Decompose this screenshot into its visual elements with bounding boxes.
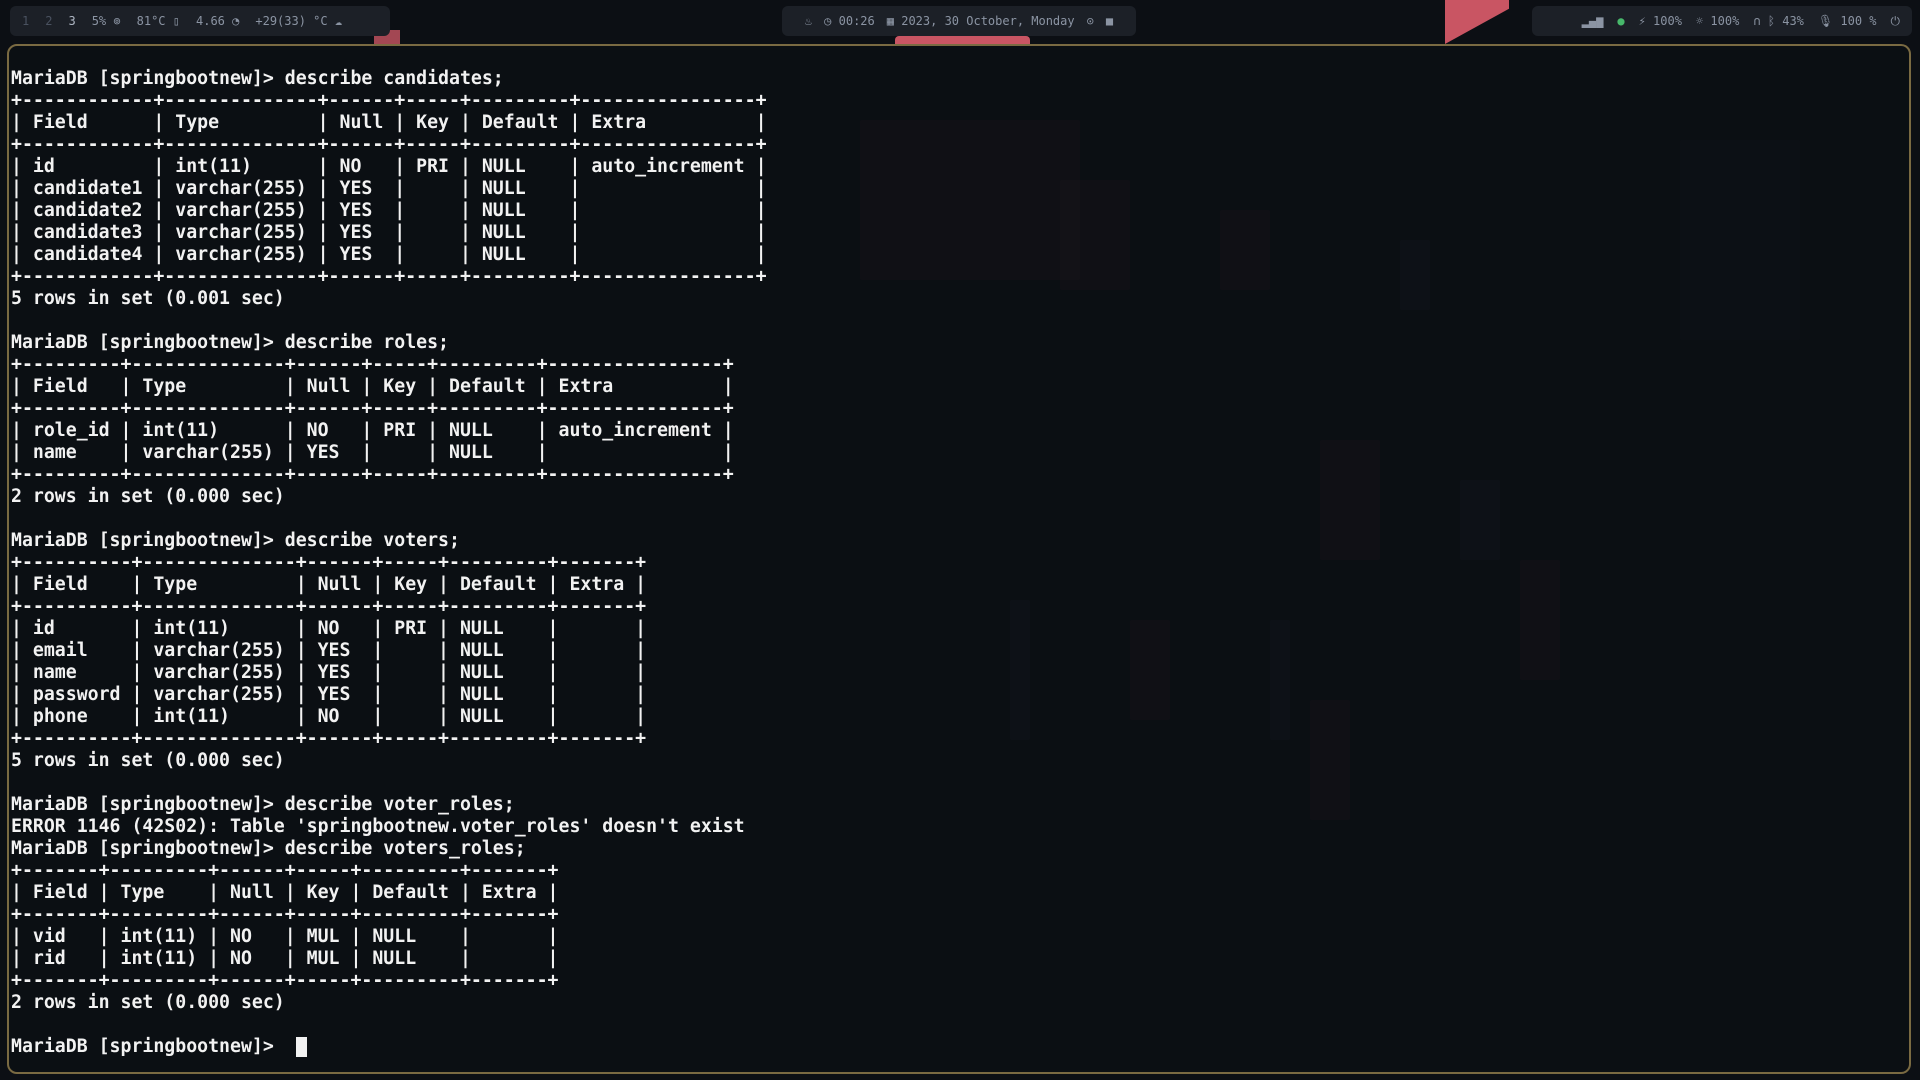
terminal-line: | Field | Type | Null | Key | Default | … <box>11 574 647 595</box>
terminal-line: | Field | Type | Null | Key | Default | … <box>11 376 734 397</box>
status-group-center: ♨ ◷ 00:26 ▦ 2023, 30 October, Monday ⊙ ■ <box>782 6 1136 36</box>
terminal-line: ERROR 1146 (42S02): Table 'springbootnew… <box>11 816 745 837</box>
terminal-line: 2 rows in set (0.000 sec) <box>11 486 285 507</box>
terminal-line: | rid | int(11) | NO | MUL | NULL | | <box>11 948 559 969</box>
mic-indicator[interactable]: 🎙 100 % <box>1818 14 1877 28</box>
terminal-line: +---------+--------------+------+-----+-… <box>11 354 734 375</box>
terminal-line: MariaDB [springbootnew]> describe voters… <box>11 530 460 551</box>
volume-indicator[interactable]: ⚡ 100% <box>1639 14 1682 28</box>
terminal-line: MariaDB [springbootnew]> describe candid… <box>11 68 504 89</box>
terminal-line: +------------+--------------+------+----… <box>11 134 767 155</box>
clock-value: 00:26 <box>838 14 875 28</box>
accent-tab <box>1445 0 1509 44</box>
cpu-value: 5% <box>91 14 107 28</box>
terminal-line: | email | varchar(255) | YES | | NULL | … <box>11 640 647 661</box>
workspace-3[interactable]: 3 <box>68 14 75 28</box>
settings-icon[interactable]: ⊙ <box>1087 15 1094 27</box>
terminal-line: +---------+--------------+------+-----+-… <box>11 464 734 485</box>
terminal-line: MariaDB [springbootnew]> describe voter_… <box>11 794 515 815</box>
terminal-line: +----------+--------------+------+-----+… <box>11 728 647 749</box>
power-icon[interactable]: ⏻ <box>1891 15 1901 27</box>
terminal-line: 2 rows in set (0.000 sec) <box>11 992 285 1013</box>
thermometer-icon: ▯ <box>172 14 180 28</box>
terminal-line: | Field | Type | Null | Key | Default | … <box>11 882 559 903</box>
load-icon: ◔ <box>232 14 240 28</box>
brightness-value: 100% <box>1710 14 1740 28</box>
terminal-line: | candidate2 | varchar(255) | YES | | NU… <box>11 200 767 221</box>
lock-icon[interactable]: ■ <box>1106 15 1113 27</box>
terminal-line: | role_id | int(11) | NO | PRI | NULL | … <box>11 420 734 441</box>
terminal-line: | candidate4 | varchar(255) | YES | | NU… <box>11 244 767 265</box>
mic-icon: 🎙 <box>1817 14 1834 28</box>
flame-icon: ♨ <box>804 14 813 28</box>
top-status-bar: 1 2 3 5% ⊚ 81°C ▯ 4.66 ◔ +29(33) °C ☁ ♨ … <box>0 0 1920 44</box>
terminal-line: 5 rows in set (0.000 sec) <box>11 750 285 771</box>
terminal-line: MariaDB [springbootnew]> describe roles; <box>11 332 449 353</box>
terminal-line: | id | int(11) | NO | PRI | NULL | | <box>11 618 647 639</box>
terminal-line: | candidate1 | varchar(255) | YES | | NU… <box>11 178 767 199</box>
terminal-line: | candidate3 | varchar(255) | YES | | NU… <box>11 222 767 243</box>
terminal-window[interactable]: MariaDB [springbootnew]> describe candid… <box>7 44 1911 1074</box>
terminal-line: +---------+--------------+------+-----+-… <box>11 398 734 419</box>
terminal-line: | password | varchar(255) | YES | | NULL… <box>11 684 647 705</box>
terminal-line: +----------+--------------+------+-----+… <box>11 596 647 617</box>
prompt-text: MariaDB [springbootnew]> <box>11 1036 285 1057</box>
load-indicator: 4.66 ◔ <box>196 14 239 28</box>
workspace-1[interactable]: 1 <box>22 14 29 28</box>
weather-indicator: +29(33) °C ☁ <box>255 14 342 28</box>
terminal-line: | Field | Type | Null | Key | Default | … <box>11 112 767 133</box>
terminal-line: +-------+---------+------+-----+--------… <box>11 970 559 991</box>
clock-icon: ◷ <box>824 14 832 28</box>
status-dot-icon: ● <box>1617 14 1625 28</box>
terminal-line: 5 rows in set (0.001 sec) <box>11 288 285 309</box>
terminal-output: MariaDB [springbootnew]> describe candid… <box>11 68 767 1058</box>
weather-icon: ☁ <box>334 14 343 28</box>
terminal-line: | vid | int(11) | NO | MUL | NULL | | <box>11 926 559 947</box>
terminal-line: +------------+--------------+------+----… <box>11 90 767 111</box>
load-value: 4.66 <box>196 14 225 28</box>
terminal-line: +-------+---------+------+-----+--------… <box>11 904 559 925</box>
date-indicator[interactable]: ▦ 2023, 30 October, Monday <box>887 14 1075 28</box>
signal-icon: ▂▄▆ <box>1581 14 1604 28</box>
workspace-2[interactable]: 2 <box>45 14 52 28</box>
terminal-line: +------------+--------------+------+----… <box>11 266 767 287</box>
calendar-icon: ▦ <box>886 14 894 28</box>
bluetooth-icon: ᛒ <box>1767 14 1775 28</box>
terminal-line: +-------+---------+------+-----+--------… <box>11 860 559 881</box>
brightness-icon: ☼ <box>1695 14 1704 28</box>
terminal-line: | phone | int(11) | NO | | NULL | | <box>11 706 647 727</box>
cpu-icon: ⊚ <box>113 14 121 28</box>
date-value: 2023, 30 October, Monday <box>901 14 1075 28</box>
battery-indicator[interactable]: ∩ ᛒ 43% <box>1753 14 1804 28</box>
accent-strip <box>895 36 1030 44</box>
status-group-left: 1 2 3 5% ⊚ 81°C ▯ 4.66 ◔ +29(33) °C ☁ <box>10 6 390 36</box>
volume-icon: ⚡ <box>1638 14 1646 28</box>
terminal-line: | name | varchar(255) | YES | | NULL | | <box>11 662 647 683</box>
mic-value: 100 % <box>1840 14 1877 28</box>
temperature-value: 81°C <box>136 14 166 28</box>
headphones-icon: ∩ <box>1753 14 1761 28</box>
weather-value: +29(33) °C <box>255 14 328 28</box>
battery-value: 43% <box>1782 14 1804 28</box>
status-group-right: ▂▄▆ ● ⚡ 100% ☼ 100% ∩ ᛒ 43% 🎙 100 % ⏻ <box>1532 6 1912 36</box>
terminal-line: | name | varchar(255) | YES | | NULL | | <box>11 442 734 463</box>
cpu-indicator: 5% ⊚ <box>92 14 121 28</box>
text-cursor <box>295 1037 307 1057</box>
terminal-prompt-line[interactable]: MariaDB [springbootnew]> <box>11 1036 767 1058</box>
terminal-line: | id | int(11) | NO | PRI | NULL | auto_… <box>11 156 767 177</box>
terminal-line: MariaDB [springbootnew]> describe voters… <box>11 838 526 859</box>
temperature-indicator: 81°C ▯ <box>137 14 180 28</box>
brightness-indicator[interactable]: ☼ 100% <box>1696 14 1739 28</box>
volume-value: 100% <box>1653 14 1682 28</box>
clock-indicator: ◷ 00:26 <box>824 14 875 28</box>
terminal-line: +----------+--------------+------+-----+… <box>11 552 647 573</box>
